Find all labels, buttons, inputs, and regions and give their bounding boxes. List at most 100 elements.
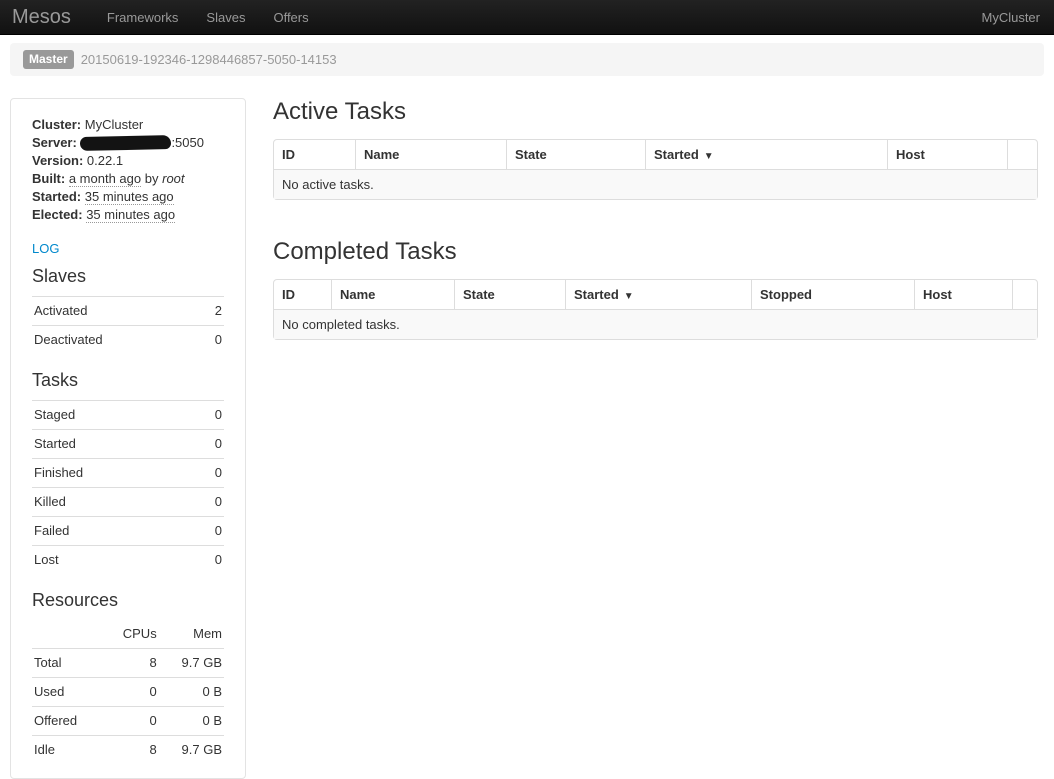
table-row: Staged 0 xyxy=(32,401,224,430)
built-info-line: Built: a month ago by root xyxy=(32,170,224,188)
tasks-started-value: 0 xyxy=(190,430,224,459)
column-header-id[interactable]: ID xyxy=(274,280,331,309)
log-link[interactable]: LOG xyxy=(32,241,59,256)
resources-idle-label: Idle xyxy=(32,736,116,765)
table-row: Finished 0 xyxy=(32,459,224,488)
nav-item-frameworks[interactable]: Frameworks xyxy=(93,10,193,25)
table-row: Total 8 9.7 GB xyxy=(32,649,224,678)
active-tasks-title: Active Tasks xyxy=(273,98,1038,126)
master-badge: Master xyxy=(23,50,74,69)
tasks-lost-value: 0 xyxy=(190,546,224,575)
tasks-killed-value: 0 xyxy=(190,488,224,517)
no-completed-tasks-message: No completed tasks. xyxy=(274,309,1037,339)
nav-item-slaves[interactable]: Slaves xyxy=(192,10,259,25)
tasks-killed-label: Killed xyxy=(32,488,190,517)
tasks-stats-table: Staged 0 Started 0 Finished 0 Killed 0 F… xyxy=(32,400,224,574)
column-header-id[interactable]: ID xyxy=(274,140,355,169)
built-time: a month ago xyxy=(69,171,141,187)
elected-info-line: Elected: 35 minutes ago xyxy=(32,206,224,224)
table-header-row: ID Name State Started ▼ Host xyxy=(274,140,1037,169)
table-row: Used 0 0 B xyxy=(32,678,224,707)
slaves-section-title: Slaves xyxy=(32,265,224,287)
resources-idle-mem: 9.7 GB xyxy=(159,736,224,765)
cluster-name-label: MyCluster xyxy=(981,10,1040,25)
column-header-name[interactable]: Name xyxy=(355,140,506,169)
active-tasks-table: ID Name State Started▼ Host No active ta… xyxy=(273,139,1038,200)
slaves-activated-value: 2 xyxy=(198,297,224,326)
built-by: by xyxy=(145,171,159,186)
completed-tasks-table: ID Name State Started ▼ Stopped Host No c… xyxy=(273,279,1038,340)
resources-used-label: Used xyxy=(32,678,116,707)
column-header-stopped[interactable]: Stopped xyxy=(751,280,914,309)
table-row: Activated 2 xyxy=(32,297,224,326)
slaves-stats-table: Activated 2 Deactivated 0 xyxy=(32,296,224,354)
resources-section-title: Resources xyxy=(32,589,224,611)
resources-header-blank xyxy=(32,620,116,649)
column-header-state[interactable]: State xyxy=(506,140,645,169)
sort-desc-icon: ▼ xyxy=(624,291,634,302)
tasks-failed-value: 0 xyxy=(190,517,224,546)
server-port: :5050 xyxy=(171,135,204,150)
resources-idle-cpus: 8 xyxy=(116,736,158,765)
resources-stats-table: CPUs Mem Total 8 9.7 GB Used 0 0 B Offer… xyxy=(32,620,224,764)
nav-item-offers[interactable]: Offers xyxy=(259,10,322,25)
tasks-staged-value: 0 xyxy=(190,401,224,430)
top-navbar: Mesos Frameworks Slaves Offers MyCluster xyxy=(0,0,1054,35)
column-header-blank xyxy=(1012,280,1037,309)
resources-total-mem: 9.7 GB xyxy=(159,649,224,678)
column-header-blank xyxy=(1007,140,1037,169)
tasks-staged-label: Staged xyxy=(32,401,190,430)
started-label: Started: xyxy=(32,189,81,204)
brand-mesos[interactable]: Mesos xyxy=(12,6,71,29)
tasks-failed-label: Failed xyxy=(32,517,190,546)
slaves-deactivated-value: 0 xyxy=(198,326,224,355)
resources-total-cpus: 8 xyxy=(116,649,158,678)
column-header-host[interactable]: Host xyxy=(914,280,1012,309)
column-header-name[interactable]: Name xyxy=(331,280,454,309)
master-id: 20150619-192346-1298446857-5050-14153 xyxy=(81,52,337,67)
resources-used-mem: 0 B xyxy=(159,678,224,707)
slaves-deactivated-label: Deactivated xyxy=(32,326,198,355)
table-row: Offered 0 0 B xyxy=(32,707,224,736)
server-info-line: Server: :5050 xyxy=(32,134,224,152)
resources-header-cpus: CPUs xyxy=(116,620,158,649)
table-row: Deactivated 0 xyxy=(32,326,224,355)
cluster-label: Cluster: xyxy=(32,117,81,132)
table-row: CPUs Mem xyxy=(32,620,224,649)
completed-tasks-title: Completed Tasks xyxy=(273,238,1038,266)
column-header-started[interactable]: Started ▼ xyxy=(565,280,751,309)
sidebar-panel: Cluster: MyCluster Server: :5050 Version… xyxy=(10,98,246,779)
table-row: Killed 0 xyxy=(32,488,224,517)
column-header-started-label: Started xyxy=(574,287,619,302)
column-header-host[interactable]: Host xyxy=(887,140,1007,169)
built-label: Built: xyxy=(32,171,65,186)
tasks-lost-label: Lost xyxy=(32,546,190,575)
redacted-server-address xyxy=(80,135,171,151)
version-label: Version: xyxy=(32,153,83,168)
resources-offered-label: Offered xyxy=(32,707,116,736)
resources-offered-mem: 0 B xyxy=(159,707,224,736)
elected-label: Elected: xyxy=(32,207,83,222)
elected-time: 35 minutes ago xyxy=(86,207,175,223)
column-header-started[interactable]: Started ▼ xyxy=(645,140,887,169)
tasks-finished-value: 0 xyxy=(190,459,224,488)
started-time: 35 minutes ago xyxy=(85,189,174,205)
cluster-info-line: Cluster: MyCluster xyxy=(32,116,224,134)
version-value: 0.22.1 xyxy=(87,153,123,168)
resources-header-mem: Mem xyxy=(159,620,224,649)
version-info-line: Version: 0.22.1 xyxy=(32,152,224,170)
sort-desc-icon: ▼ xyxy=(704,151,714,162)
tasks-finished-label: Finished xyxy=(32,459,190,488)
server-label: Server: xyxy=(32,135,77,150)
slaves-activated-label: Activated xyxy=(32,297,198,326)
resources-total-label: Total xyxy=(32,649,116,678)
tasks-started-label: Started xyxy=(32,430,190,459)
resources-offered-cpus: 0 xyxy=(116,707,158,736)
started-info-line: Started: 35 minutes ago xyxy=(32,188,224,206)
table-row: Started 0 xyxy=(32,430,224,459)
column-header-started-label: Started xyxy=(654,147,699,162)
empty-state-row: No completed tasks. xyxy=(274,309,1037,339)
column-header-state[interactable]: State xyxy=(454,280,565,309)
cluster-value: MyCluster xyxy=(85,117,144,132)
table-row: Failed 0 xyxy=(32,517,224,546)
